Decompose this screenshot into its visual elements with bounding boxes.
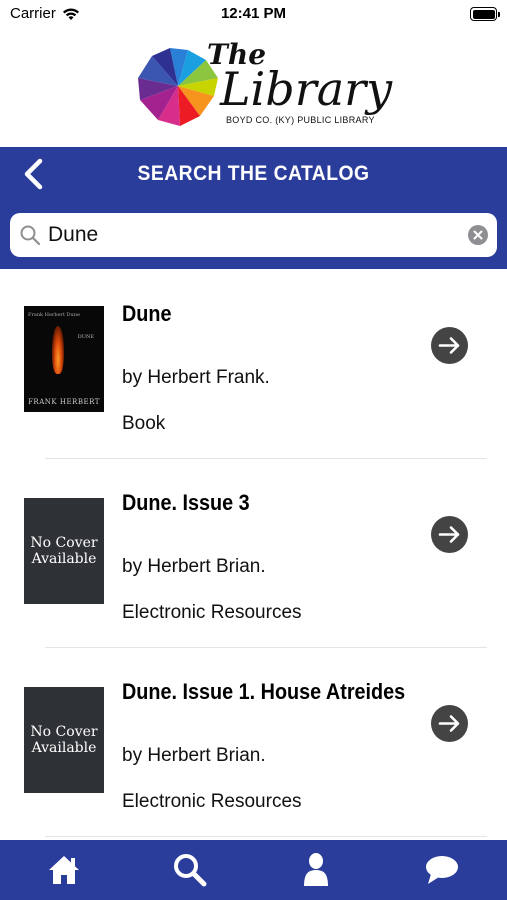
- tab-bar: [0, 840, 507, 900]
- cover-top-text: Frank Herbert Dune: [28, 312, 80, 318]
- result-item[interactable]: Frank Herbert Dune DUNE FRANK HERBERT Du…: [0, 270, 507, 459]
- arrow-right-icon: [438, 337, 460, 354]
- status-bar: Carrier 12:41 PM: [0, 0, 507, 28]
- tab-search[interactable]: [170, 850, 210, 890]
- result-type: Electronic Resources: [122, 791, 302, 812]
- divider: [45, 836, 487, 837]
- arrow-right-icon: [438, 526, 460, 543]
- search-box[interactable]: [10, 213, 497, 257]
- search-input[interactable]: [48, 213, 458, 257]
- clear-search-button[interactable]: [468, 225, 488, 245]
- arrow-right-icon: [438, 715, 460, 732]
- result-author: by Herbert Brian.: [122, 745, 266, 766]
- logo-subtitle: BOYD CO. (KY) PUBLIC LIBRARY: [226, 115, 375, 125]
- no-cover-line2: Available: [31, 551, 97, 567]
- open-result-button[interactable]: [431, 705, 468, 742]
- search-icon: [20, 225, 41, 246]
- no-cover-image: No Cover Available: [24, 498, 104, 604]
- tab-chat[interactable]: [422, 850, 462, 890]
- no-cover-line1: No Cover: [30, 535, 98, 551]
- no-cover-line2: Available: [31, 740, 97, 756]
- library-logo: The Library BOYD CO. (KY) PUBLIC LIBRARY: [0, 34, 507, 144]
- result-type: Book: [122, 413, 166, 434]
- search-icon: [174, 854, 207, 887]
- cover-flame: [52, 326, 64, 374]
- chat-icon: [426, 856, 458, 884]
- status-time: 12:41 PM: [220, 5, 287, 22]
- home-icon: [49, 856, 79, 884]
- result-item[interactable]: No Cover Available Dune. Issue 1. House …: [0, 648, 507, 837]
- result-title: Dune: [122, 301, 172, 326]
- search-bar-container: [0, 201, 507, 269]
- battery-icon: [470, 7, 500, 21]
- open-result-button[interactable]: [431, 516, 468, 553]
- cover-title-text: DUNE: [77, 334, 94, 340]
- result-item[interactable]: No Cover Available Dune. Issue 3 by Herb…: [0, 459, 507, 648]
- result-type: Electronic Resources: [122, 602, 302, 623]
- logo-library: Library: [220, 62, 393, 116]
- no-cover-line1: No Cover: [30, 724, 98, 740]
- no-cover-image: No Cover Available: [24, 687, 104, 793]
- page-title: SEARCH THE CATALOG: [137, 162, 370, 185]
- tab-home[interactable]: [44, 850, 84, 890]
- open-result-button[interactable]: [431, 327, 468, 364]
- account-icon: [304, 853, 328, 886]
- tab-account[interactable]: [296, 850, 336, 890]
- result-title: Dune. Issue 3: [122, 490, 250, 515]
- cover-author-text: FRANK HERBERT: [28, 398, 100, 406]
- book-cover: Frank Herbert Dune DUNE FRANK HERBERT: [24, 306, 104, 412]
- result-author: by Herbert Frank.: [122, 367, 270, 388]
- result-author: by Herbert Brian.: [122, 556, 266, 577]
- nav-bar: SEARCH THE CATALOG: [0, 147, 507, 201]
- clear-icon: [468, 225, 488, 245]
- result-title: Dune. Issue 1. House Atreides: [122, 679, 406, 704]
